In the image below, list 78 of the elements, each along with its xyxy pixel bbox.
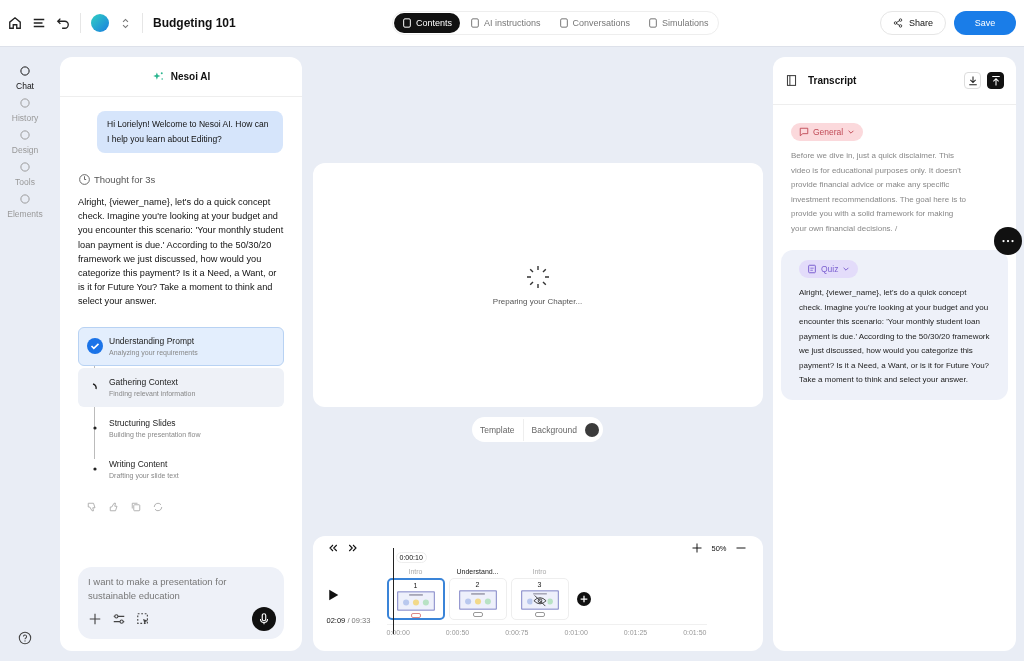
hidden-slide-icon [520,590,559,610]
transcript-text: Before we dive in, just a quick disclaimer. This video is for educational purposes only. It doesn't provide financial advice or make any specific investment recommendations. The goal here is to provide you with a solid framework for making your own financial decisions. / [791,150,968,235]
nav-tab[interactable]: AI instructions [462,13,549,33]
sparkle-icon [151,70,165,83]
segment-tag[interactable]: General [791,123,864,141]
chat-title: Nesoi AI [170,71,211,82]
sidebar-item[interactable]: History [7,97,43,123]
step-title: Writing Content [109,459,169,470]
chat-input[interactable]: I want to make a presentation for sustainable education [78,567,284,639]
sidebar-item[interactable]: Design [7,129,43,155]
check-icon [87,338,103,355]
fast-forward-icon[interactable] [346,542,359,554]
home-icon[interactable] [8,16,22,30]
comment-icon [799,127,809,137]
document-icon [402,18,412,28]
caret-icon [842,265,851,273]
circle-icon [19,193,31,205]
more-icon [1002,239,1014,243]
caret-icon [847,128,856,136]
nav-tab[interactable]: Simulations [640,13,717,33]
upload-icon [989,74,1002,87]
download-button[interactable] [964,72,981,89]
background-button[interactable]: Background [531,424,577,435]
message-input[interactable]: I want to make a presentation for sustainable education [88,575,276,603]
share-icon [892,18,903,28]
sidebar-item[interactable]: Elements [7,193,43,219]
circle-icon [19,65,31,77]
circle-icon [19,97,31,109]
ai-message: Alright, {viewer_name}, let's do a quick concept check. Imagine you're looking at your budget and you encounter this scenario: 'Your monthly student loan payment is due.' According to the 50/30/20 framework we just discussed, how would you categorize this payment? Is it a Need, a Want, or is it for Future You? Take a moment to think and select your answer. [78,196,284,309]
sidebar-toggle-icon[interactable] [785,74,798,87]
document-icon [648,18,659,28]
quiz-icon [807,264,817,274]
nav-tab[interactable]: Contents [394,13,461,33]
more-options-button[interactable] [994,227,1022,255]
slide-preview-icon [396,591,435,611]
step-title: Structuring Slides [109,418,177,429]
dot-icon [93,426,97,431]
select-area-icon[interactable] [136,612,150,626]
loading-message: Preparing your Chapter... [492,296,583,306]
thumbs-up-icon[interactable] [108,500,120,513]
download-icon [966,74,979,87]
menu-icon[interactable] [32,16,46,30]
document-icon [470,18,481,28]
spinner-icon [525,264,550,289]
dot-icon [93,467,97,472]
circle-icon [19,129,31,141]
message-bubble: Hi Lorielyn! Welcome to Nesoi AI. How can I help you learn about Editing? [97,111,283,153]
step-title: Gathering Context [109,377,179,388]
microphone-button[interactable] [252,607,276,631]
save-button[interactable]: Save [954,11,1016,35]
sidebar-item[interactable]: Tools [7,161,43,187]
step-title: Understanding Prompt [109,336,196,347]
transcript-text: Alright, {viewer_name}, let's do a quick concept check. Imagine you're looking at your budget and you encounter this scenario: 'Your monthly student loan payment is due.' According to the 50/30/20 framework we just discussed, how would you categorize this payment? Is it a Need, a Want, or is it for Future You? Take a moment to think and select your answer. [799,287,990,386]
zoom-in-icon[interactable] [691,542,704,554]
segment-tag[interactable]: Quiz [799,260,859,278]
nav-tab[interactable]: Conversations [550,13,639,33]
sliders-icon[interactable] [112,612,126,626]
microphone-icon [257,612,271,626]
document-icon [558,18,569,28]
upload-button[interactable] [987,72,1004,89]
slide-preview-icon [458,590,497,610]
spinner-icon [92,383,98,392]
undo-icon[interactable] [56,16,70,30]
transcript-card[interactable] [781,250,1008,400]
plus-icon[interactable] [88,612,102,626]
play-icon[interactable] [326,588,339,602]
project-avatar[interactable] [91,14,109,32]
project-title: Budgeting 101 [153,16,236,30]
clock-icon [78,173,91,186]
circle-icon [19,161,31,173]
thought-label: Thought for 3s [94,174,156,185]
template-button[interactable]: Template [480,424,515,435]
help-icon[interactable] [18,631,32,645]
sidebar-item[interactable]: Chat [7,65,43,91]
panel-title: Transcript [808,75,857,86]
thumbs-down-icon[interactable] [86,500,98,513]
add-slide-button[interactable] [576,592,591,606]
color-swatch[interactable] [584,422,599,437]
